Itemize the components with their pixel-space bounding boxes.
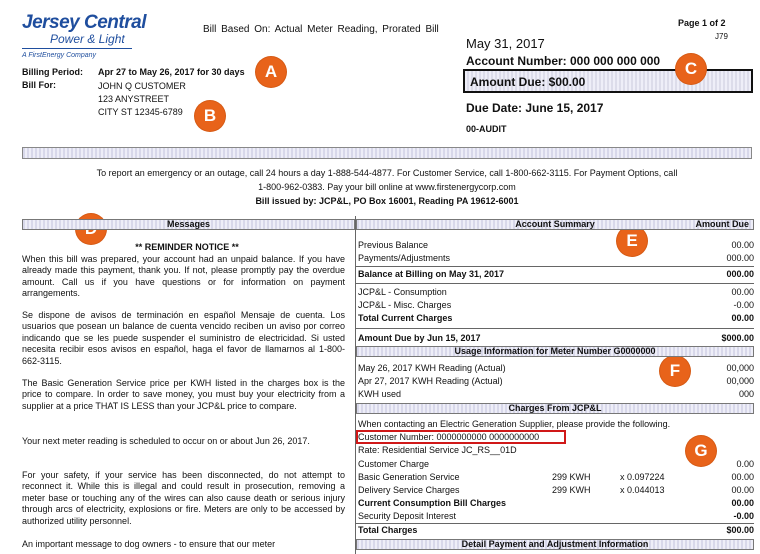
callout-badge-c: C — [676, 54, 706, 84]
row-value: 000.00 — [726, 269, 754, 279]
charge-row: Delivery Service Charges 299 KWH x 0.04401… — [358, 484, 754, 496]
bill-date: May 31, 2017 — [466, 36, 545, 51]
row-divider — [356, 328, 754, 329]
row-label: Apr 27, 2017 KWH Reading (Actual) — [358, 376, 503, 386]
summary-row: JCP&L - Misc. Charges -0.00 — [358, 299, 754, 311]
message-paragraph: Se dispone de avisos de terminación en e… — [22, 310, 345, 366]
row-divider — [356, 266, 754, 267]
message-paragraph: Your next meter reading is scheduled to … — [22, 436, 310, 446]
account-summary-header: Account Summary Amount Due — [356, 219, 754, 230]
charge-row: Security Deposit Interest -0.00 — [358, 510, 754, 522]
charge-row: Customer Charge 0.00 — [358, 458, 754, 470]
row-value: 000.00 — [726, 253, 754, 263]
due-date: Due Date: June 15, 2017 — [466, 101, 604, 115]
row-label: Security Deposit Interest — [358, 511, 457, 521]
customer-city: CITY ST 12345-6789 — [98, 107, 183, 117]
row-label: May 26, 2017 KWH Reading (Actual) — [358, 363, 506, 373]
row-value: 00,000 — [726, 376, 754, 386]
company-tagline: A FirstEnergy Company — [22, 52, 97, 59]
account-number: Account Number: 000 000 000 000 — [466, 54, 661, 68]
usage-row: KWH used 000 — [358, 388, 754, 400]
callout-badge-a: A — [256, 57, 286, 87]
row-value: 00.00 — [731, 240, 754, 250]
row-label: JCP&L - Consumption — [358, 287, 447, 297]
row-value: 00.00 — [731, 472, 754, 482]
row-qty: 299 KWH — [552, 472, 591, 482]
row-qty: 299 KWH — [552, 485, 591, 495]
company-logo-sub: Power & Light — [50, 32, 125, 46]
row-label: Total Charges — [358, 525, 418, 535]
summary-row: Total Current Charges 00.00 — [358, 312, 754, 324]
summary-row: Payments/Adjustments 000.00 — [358, 252, 754, 264]
contact-line-1: To report an emergency or an outage, cal… — [96, 168, 678, 178]
row-label: Payments/Adjustments — [358, 253, 451, 263]
contact-info: To report an emergency or an outage, cal… — [22, 166, 752, 208]
document-code: J79 — [715, 32, 728, 41]
charge-row: Total Charges $00.00 — [358, 524, 754, 536]
reminder-title: ** REMINDER NOTICE ** — [135, 242, 239, 252]
summary-row: JCP&L - Consumption 00.00 — [358, 286, 754, 298]
message-paragraph: The Basic Generation Service price per K… — [22, 378, 345, 411]
customer-number: Customer Number: 0000000000 0000000000 — [358, 432, 540, 442]
row-value: 00.00 — [731, 485, 754, 495]
row-rate: x 0.044013 — [620, 485, 665, 495]
row-rate: x 0.097224 — [620, 472, 665, 482]
row-label: Customer Charge — [358, 459, 430, 469]
company-logo-name: Jersey Central — [22, 12, 146, 33]
row-divider — [356, 283, 754, 284]
row-value: 00.00 — [731, 313, 754, 323]
message-paragraph: An important message to dog owners - to … — [22, 539, 276, 549]
row-label: Balance at Billing on May 31, 2017 — [358, 269, 505, 279]
row-label: Delivery Service Charges — [358, 485, 460, 495]
page-indicator: Page 1 of 2 — [678, 18, 726, 28]
usage-row: May 26, 2017 KWH Reading (Actual) 00,000 — [358, 362, 754, 374]
row-label: Current Consumption Bill Charges — [358, 498, 507, 508]
charges-note: When contacting an Electric Generation S… — [358, 419, 671, 429]
separator-stripe — [22, 147, 752, 159]
row-value: -0.00 — [733, 511, 754, 521]
summary-row: Previous Balance 00.00 — [358, 239, 754, 251]
messages-header: Messages — [22, 219, 355, 230]
row-value: $000.00 — [721, 333, 754, 343]
row-value: 000 — [738, 389, 754, 399]
row-label: Total Current Charges — [358, 313, 453, 323]
charge-row: Basic Generation Service 299 KWH x 0.09722… — [358, 471, 754, 483]
contact-line-3: Bill issued by: JCP&L, PO Box 16001, Rea… — [255, 196, 519, 206]
message-paragraph: When this bill was prepared, your accoun… — [22, 254, 345, 299]
row-value: 00.00 — [731, 498, 754, 508]
row-value: 00,000 — [726, 363, 754, 373]
contact-line-2: 1-800-962-0383. Pay your bill online at … — [258, 182, 516, 192]
payment-detail-header: Detail Payment and Adjustment Informatio… — [356, 539, 754, 550]
row-value: $00.00 — [726, 525, 754, 535]
row-label: Basic Generation Service — [358, 472, 460, 482]
row-label: Previous Balance — [358, 240, 429, 250]
amount-due-column-title: Amount Due — [695, 219, 750, 229]
customer-name: JOHN Q CUSTOMER — [98, 81, 186, 91]
logo-swoosh — [22, 48, 132, 49]
account-summary-title: Account Summary — [515, 219, 595, 229]
row-label: KWH used — [358, 389, 402, 399]
usage-header: Usage Information for Meter Number G0000… — [356, 346, 754, 357]
charge-row: Current Consumption Bill Charges 00.00 — [358, 497, 754, 509]
row-label: JCP&L - Misc. Charges — [358, 300, 452, 310]
row-value: -0.00 — [733, 300, 754, 310]
charges-header: Charges From JCP&L — [356, 403, 754, 414]
billing-period-value: Apr 27 to May 26, 2017 for 30 days — [98, 67, 245, 77]
customer-street: 123 ANYSTREET — [98, 94, 170, 104]
callout-badge-b: B — [195, 101, 225, 131]
rate-code: Rate: Residential Service JC_RS__01D — [358, 445, 517, 455]
row-value: 00.00 — [731, 287, 754, 297]
row-value: 0.00 — [736, 459, 754, 469]
bill-basis: Bill Based On: Actual Meter Reading, Pro… — [203, 24, 439, 35]
message-paragraph: For your safety, if your service has bee… — [22, 470, 345, 526]
audit-code: 00-AUDIT — [466, 124, 507, 134]
bill-for-label: Bill For: — [22, 80, 56, 90]
row-label: Amount Due by Jun 15, 2017 — [358, 333, 481, 343]
usage-row: Apr 27, 2017 KWH Reading (Actual) 00,000 — [358, 375, 754, 387]
billing-period-label: Billing Period: — [22, 67, 84, 77]
summary-row: Amount Due by Jun 15, 2017 $000.00 — [358, 332, 754, 344]
amount-due: Amount Due: $00.00 — [470, 75, 586, 89]
summary-row: Balance at Billing on May 31, 2017 000.00 — [358, 268, 754, 280]
